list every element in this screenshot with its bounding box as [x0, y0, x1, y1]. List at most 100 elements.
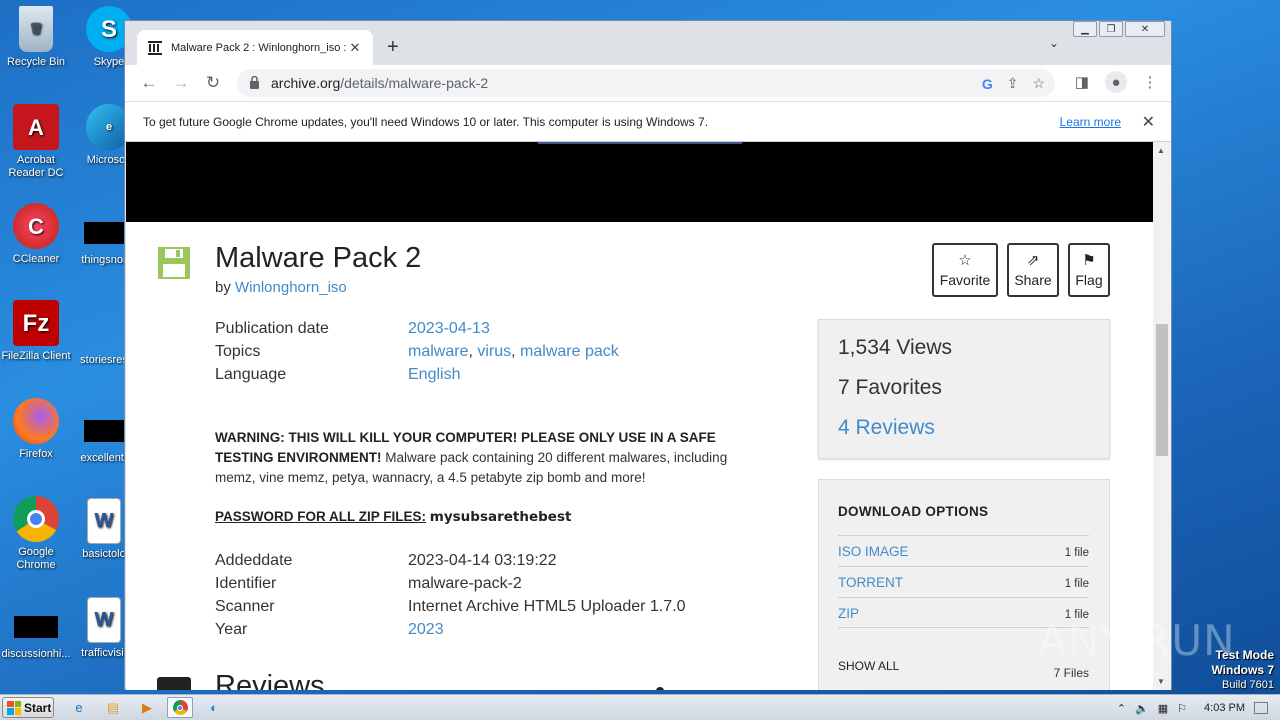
tab-title: Malware Pack 2 : Winlonghorn_iso : I	[171, 41, 347, 54]
start-button[interactable]: Start	[2, 697, 54, 718]
banner-strip	[538, 142, 742, 144]
password-value: mysubsarethebest	[429, 509, 572, 525]
file-thumbnail	[84, 420, 124, 442]
share-button[interactable]: ⇗ Share	[1007, 243, 1059, 297]
filezilla-icon: Fz	[13, 300, 59, 346]
menu-kebab-icon[interactable]: ⋮	[1139, 71, 1161, 93]
reviews-link[interactable]: 4 Reviews	[838, 416, 1109, 456]
item-byline: by Winlonghorn_iso	[215, 279, 347, 296]
publication-date-link[interactable]: 2023-04-13	[408, 320, 490, 338]
desktop-icon-ccleaner[interactable]: C CCleaner	[0, 203, 72, 266]
reload-icon[interactable]: ↻	[197, 69, 229, 97]
download-iso-link[interactable]: ISO IMAGE	[838, 544, 909, 559]
infobar-close-icon[interactable]: ✕	[1142, 112, 1155, 132]
omnibox-actions: G ⇪ ☆	[982, 75, 1045, 92]
action-center-flag-icon[interactable]: ⚐	[1177, 702, 1187, 715]
byline-prefix: by	[215, 279, 236, 296]
acrobat-icon: A	[13, 104, 59, 150]
file-thumbnail	[14, 616, 58, 638]
network-icon[interactable]: ▦	[1158, 702, 1168, 715]
media-player-icon[interactable]: ▶	[134, 697, 160, 718]
file-explorer-icon[interactable]: ▤	[100, 697, 126, 718]
author-link[interactable]: Winlonghorn_iso	[235, 279, 347, 296]
tab-close-icon[interactable]: ✕	[347, 40, 363, 56]
language-link[interactable]: English	[408, 366, 460, 384]
tab-search-chevron-icon[interactable]: ⌄	[1049, 36, 1059, 50]
bookmark-star-icon[interactable]: ☆	[1032, 75, 1045, 92]
scroll-down-icon[interactable]: ▼	[1157, 677, 1165, 686]
volume-icon[interactable]: 🔈	[1135, 702, 1149, 715]
item-actions: ☆ Favorite ⇗ Share ⚑ Flag	[932, 243, 1110, 297]
flag-label: Flag	[1075, 271, 1103, 288]
lock-icon	[249, 75, 261, 90]
google-translate-icon[interactable]: G	[982, 76, 993, 92]
metadata-key-scanner: Scanner	[215, 598, 275, 615]
desktop-icon-firefox[interactable]: Firefox	[0, 398, 72, 461]
chrome-taskbar-icon[interactable]	[167, 697, 193, 718]
stats-panel: 1,534 Views 7 Favorites 4 Reviews	[818, 319, 1110, 459]
topic-link[interactable]: malware	[408, 343, 468, 360]
flag-button[interactable]: ⚑ Flag	[1068, 243, 1110, 297]
page-viewport: Malware Pack 2 by Winlonghorn_iso ☆ Favo…	[126, 142, 1154, 690]
metadata-key-publication-date: Publication date	[215, 320, 329, 337]
topic-link[interactable]: malware pack	[520, 343, 619, 360]
download-file-count: 1 file	[1064, 578, 1089, 590]
desktop-icon-label: CCleaner	[12, 253, 60, 265]
os-label: Windows 7	[1211, 663, 1274, 677]
show-all-link[interactable]: SHOW ALL	[838, 659, 899, 673]
system-tray: ⌃ 🔈 ▦ ⚐ 4:03 PM	[1117, 695, 1280, 720]
tray-expand-icon[interactable]: ⌃	[1117, 702, 1126, 715]
side-panel-icon[interactable]: ◨	[1071, 71, 1093, 93]
password-line: PASSWORD FOR ALL ZIP FILES: mysubsarethe…	[215, 509, 571, 525]
archive-favicon-icon	[147, 40, 163, 56]
scroll-up-icon[interactable]: ▲	[1157, 146, 1165, 155]
windows-logo-icon	[7, 700, 21, 715]
year-link[interactable]: 2023	[408, 621, 444, 639]
page-scrollbar[interactable]: ▲ ▼	[1153, 142, 1171, 690]
clock[interactable]: 4:03 PM	[1204, 702, 1245, 714]
url-path: /details/malware-pack-2	[340, 75, 489, 91]
browser-window: ▁ ❐ ✕ Malware Pack 2 : Winlonghorn_iso :…	[124, 20, 1172, 690]
favorite-label: Favorite	[939, 271, 991, 288]
desktop-icon-acrobat[interactable]: A Acrobat Reader DC	[0, 104, 72, 180]
metadata-key-addeddate: Addeddate	[215, 552, 293, 569]
firefox-icon	[13, 398, 59, 444]
scanner-value: Internet Archive HTML5 Uploader 1.7.0	[408, 598, 686, 615]
star-icon: ☆	[958, 251, 972, 269]
show-desktop-icon[interactable]	[1254, 702, 1268, 714]
reviews-icon	[157, 677, 191, 690]
share-page-icon[interactable]: ⇪	[1007, 75, 1019, 92]
favorite-button[interactable]: ☆ Favorite	[932, 243, 998, 297]
scrollbar-thumb[interactable]	[1156, 324, 1168, 456]
desktop-icon-google-chrome[interactable]: Google Chrome	[0, 496, 72, 572]
build-label: Build 7601	[1222, 679, 1274, 691]
metadata-key-identifier: Identifier	[215, 575, 277, 592]
recycle-bin-icon: 🗑	[19, 6, 53, 52]
address-bar[interactable]: archive.org/details/malware-pack-2 G ⇪ ☆	[237, 69, 1055, 97]
update-infobar: To get future Google Chrome updates, you…	[125, 101, 1171, 142]
back-icon[interactable]: ←	[133, 69, 165, 97]
desktop-icon-recycle-bin[interactable]: 🗑 Recycle Bin	[0, 6, 72, 69]
desktop-icon-discussionhi[interactable]: discussionhi...	[0, 606, 72, 661]
download-zip-link[interactable]: ZIP	[838, 606, 859, 621]
desktop-icon-filezilla[interactable]: Fz FileZilla Client	[0, 300, 72, 363]
edge-taskbar-icon[interactable]: ◐	[201, 697, 227, 718]
metadata-key-language: Language	[215, 366, 287, 383]
total-files-count: 7 Files	[1053, 666, 1089, 680]
addeddate-value: 2023-04-14 03:19:22	[408, 552, 557, 569]
topic-link[interactable]: virus	[477, 343, 511, 360]
desktop-icon-label: Recycle Bin	[6, 56, 66, 68]
new-tab-button[interactable]: +	[387, 36, 399, 59]
infobar-message: To get future Google Chrome updates, you…	[143, 114, 709, 129]
profile-avatar-icon[interactable]: ●	[1105, 71, 1127, 93]
download-option-row: TORRENT 1 file	[838, 566, 1089, 597]
internet-explorer-icon[interactable]: e	[66, 697, 92, 718]
browser-tab[interactable]: Malware Pack 2 : Winlonghorn_iso : I ✕	[137, 30, 373, 65]
browser-toolbar: ← → ↻ archive.org/details/malware-pack-2…	[125, 65, 1171, 101]
forward-icon[interactable]: →	[165, 69, 197, 97]
download-torrent-link[interactable]: TORRENT	[838, 575, 903, 590]
page-title: Malware Pack 2	[215, 242, 422, 274]
taskbar: Start e ▤ ▶ ◐ ⌃ 🔈 ▦ ⚐ 4:03 PM	[0, 694, 1280, 720]
reviews-edit-icon[interactable]	[656, 687, 664, 690]
learn-more-link[interactable]: Learn more	[1060, 115, 1121, 129]
